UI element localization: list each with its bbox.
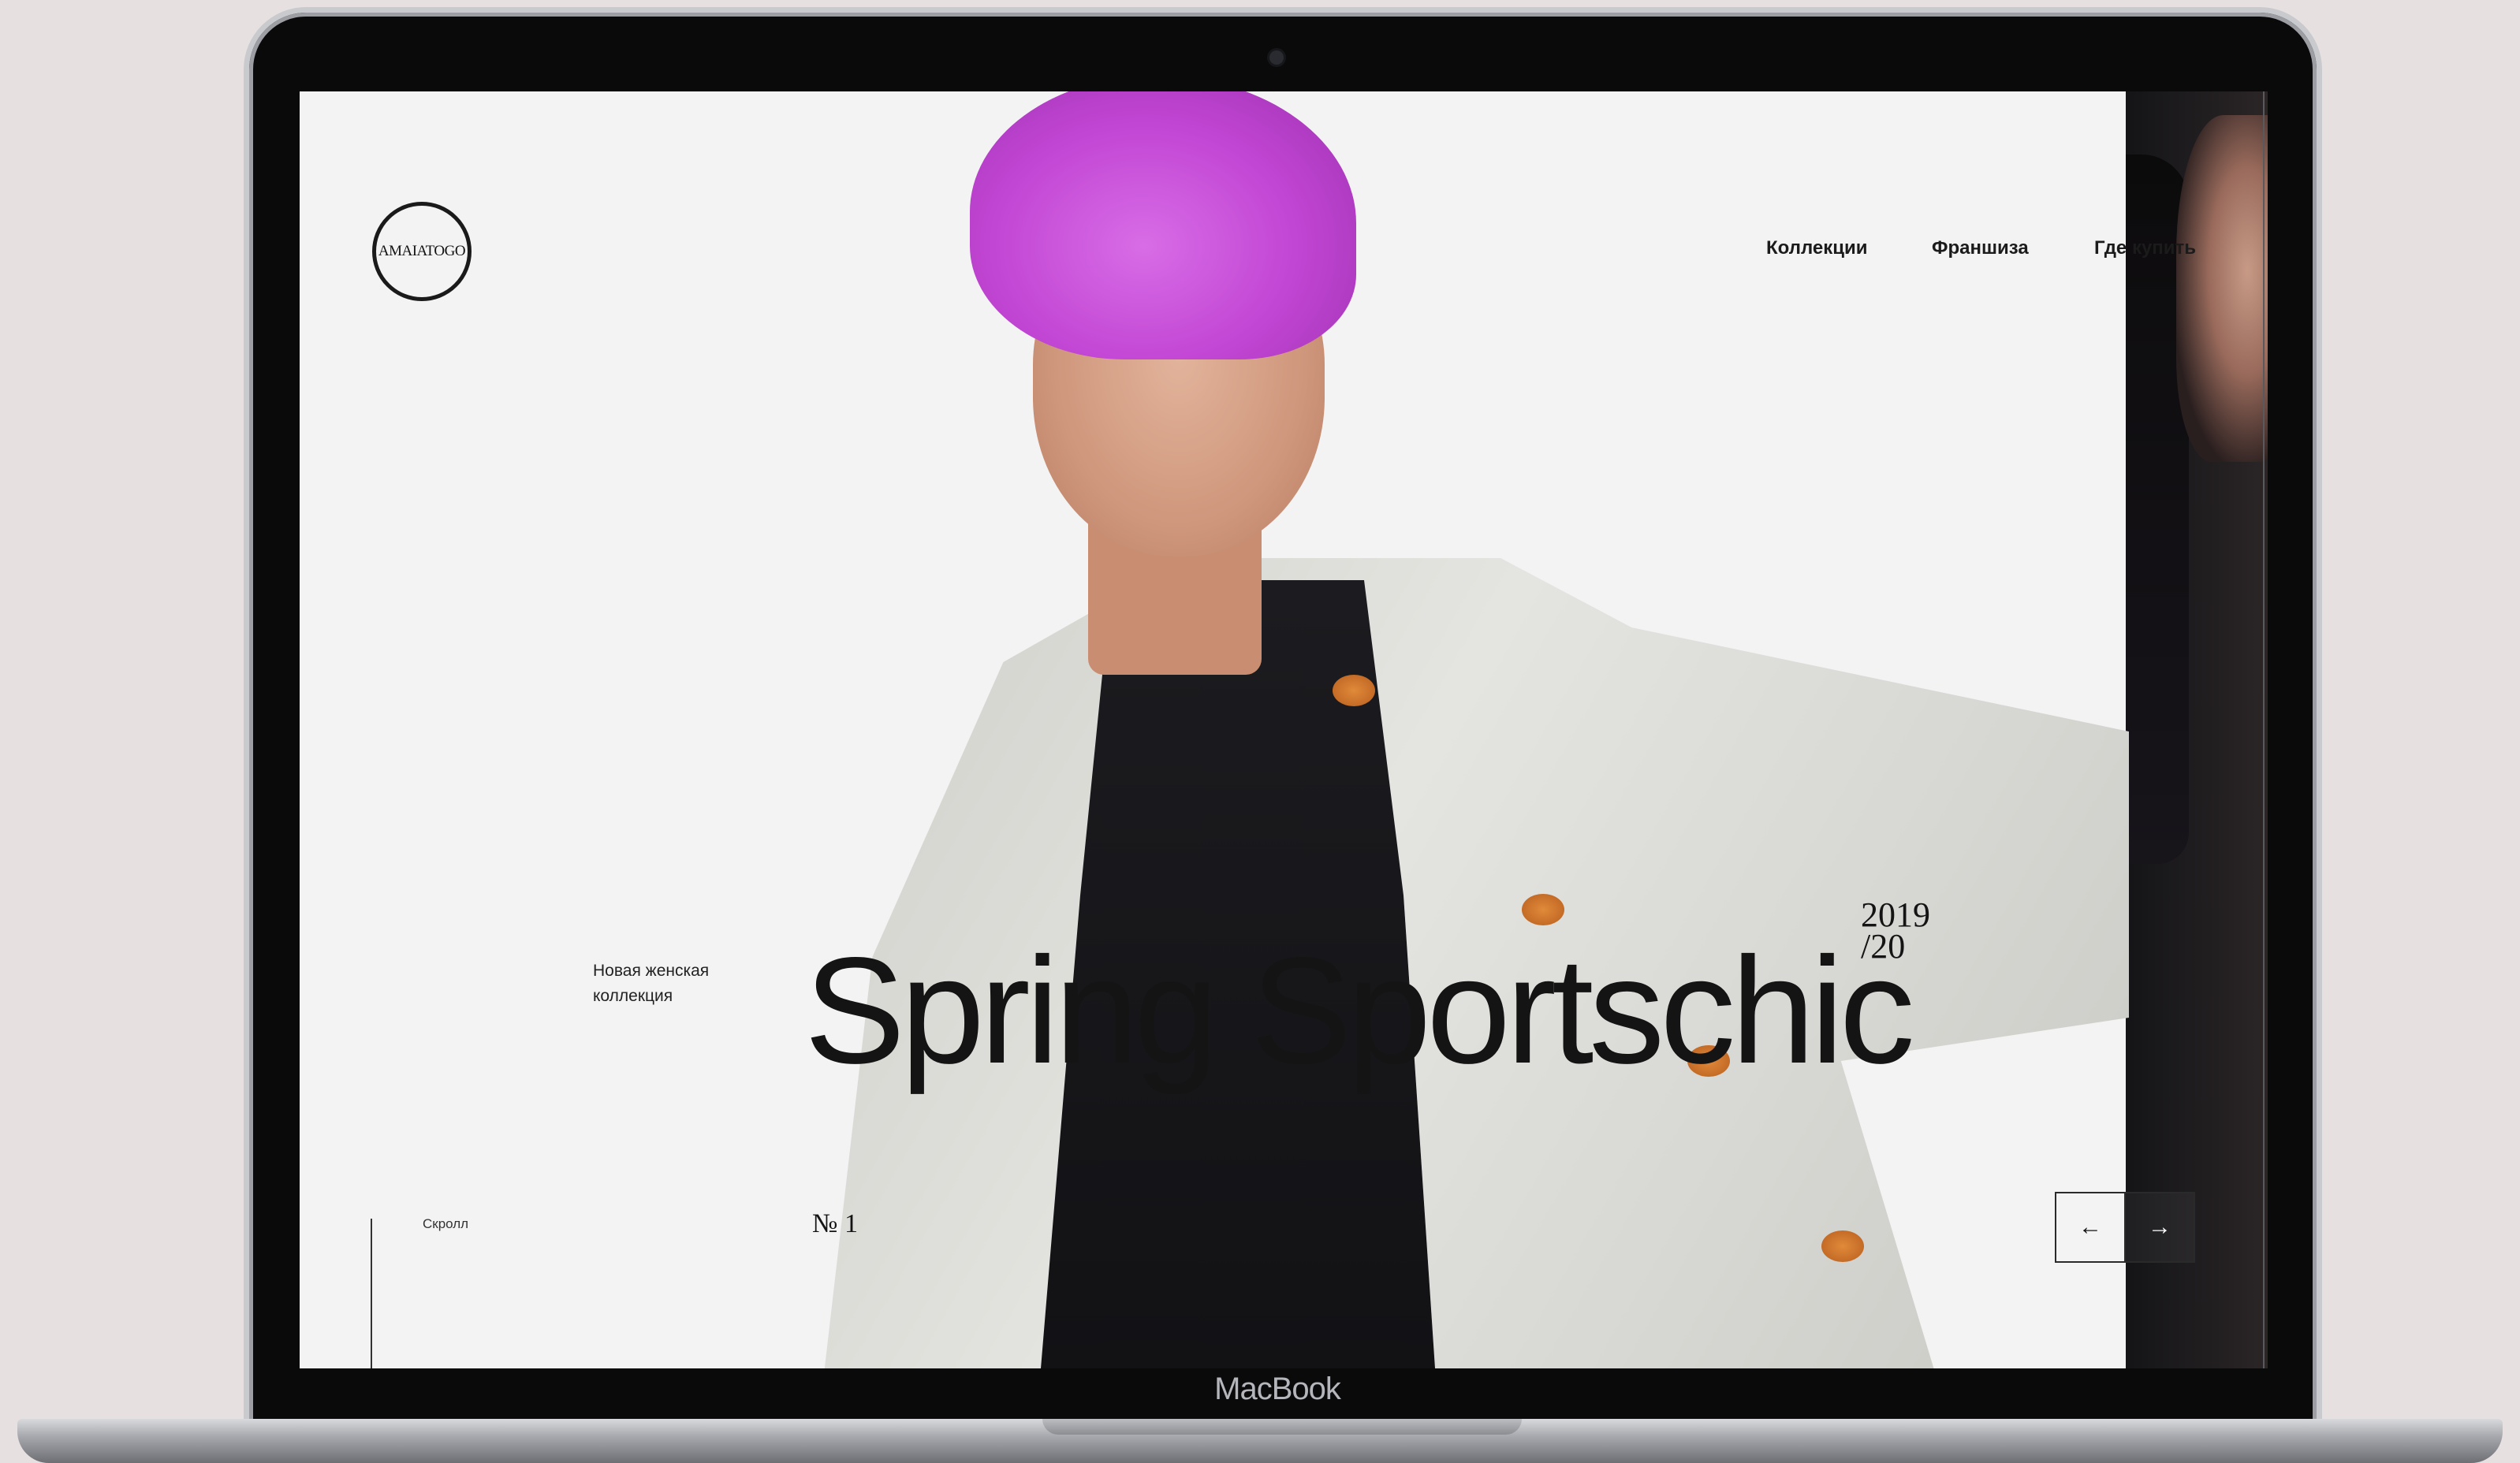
jacket-button [1821,1230,1864,1262]
model-hair [970,91,1356,359]
year-line: /20 [1861,927,1906,966]
subtitle-line: Новая женская [593,962,710,980]
nav-where-to-buy[interactable]: Где купить [2094,237,2196,259]
next-model-face [2176,115,2268,462]
website-screen: AMAIATOGO Коллекции Франшиза Где купить … [300,91,2268,1368]
nav-collections[interactable]: Коллекции [1766,237,1868,259]
arrow-left-icon[interactable]: ← [2056,1193,2124,1261]
nav-franchise[interactable]: Франшиза [1932,237,2029,259]
slide-divider [2263,91,2265,1368]
laptop-notch [1042,1419,1522,1435]
year-line: 2019 [1861,895,1930,934]
scroll-indicator-line [371,1219,372,1368]
subtitle-line: коллекция [593,987,673,1005]
brand-logo[interactable]: AMAIATOGO [372,202,472,301]
logo-text: AMAIATOGO [378,243,466,259]
collection-subtitle: Новая женская коллекция [593,959,751,1009]
jacket-button [1522,894,1564,925]
hero-headline: Spring Sportschic [804,925,1915,1095]
jacket-button [1333,675,1375,706]
slider-arrows: ← → [2055,1192,2195,1263]
device-label: MacBook [1214,1372,1341,1406]
slide-number: № 1 [812,1209,858,1238]
scroll-label[interactable]: Скролл [423,1216,468,1232]
season-year: 2019 /20 [1861,895,1930,966]
arrow-right-icon[interactable]: → [2124,1193,2194,1261]
camera-icon [1269,50,1284,65]
